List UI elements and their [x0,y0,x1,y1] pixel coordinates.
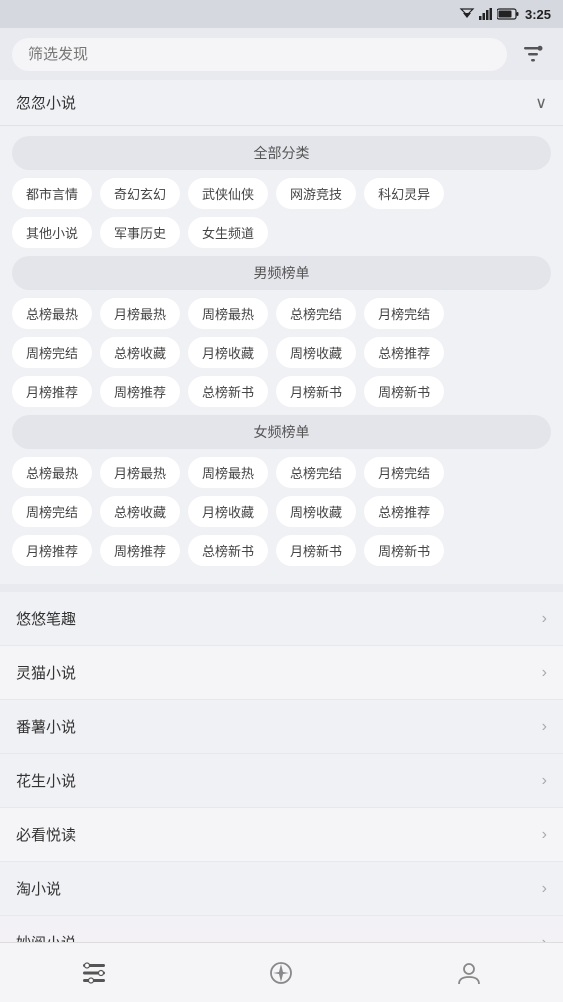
female-tags-row2: 周榜完结 总榜收藏 月榜收藏 周榜收藏 总榜推荐 [12,496,551,527]
item-label-miaoyue: 妙阅小说 [16,932,76,942]
discover-nav-icon [81,962,107,984]
arrow-icon: › [542,934,547,943]
battery-icon [497,8,519,20]
tag-f-month-finish[interactable]: 月榜完结 [364,457,444,488]
search-input[interactable] [28,46,491,63]
female-tags-row3: 月榜推荐 周榜推荐 总榜新书 月榜新书 周榜新书 [12,535,551,566]
tag-m-week-finish[interactable]: 周榜完结 [12,337,92,368]
filter-icon [521,42,545,66]
tag-f-week-collect[interactable]: 周榜收藏 [276,496,356,527]
tag-f-month-recommend[interactable]: 月榜推荐 [12,535,92,566]
tag-m-total-hot[interactable]: 总榜最热 [12,298,92,329]
item-label-youyoubiqu: 悠悠笔趣 [16,608,76,629]
mountain-overlay-items: 妙阅小说 › 有兔阅读 › [0,916,563,942]
male-tags-row2: 周榜完结 总榜收藏 月榜收藏 周榜收藏 总榜推荐 [12,337,551,368]
chevron-down-icon: ∨ [535,93,547,113]
arrow-icon: › [542,880,547,898]
genre-tags-row2: 其他小说 军事历史 女生频道 [12,217,551,248]
item-label-fanshu: 番薯小说 [16,716,76,737]
tag-f-week-recommend[interactable]: 周榜推荐 [100,535,180,566]
tag-f-week-new[interactable]: 周榜新书 [364,535,444,566]
tag-m-month-finish[interactable]: 月榜完结 [364,298,444,329]
tag-f-week-hot[interactable]: 周榜最热 [188,457,268,488]
list-item-bikanyuedu[interactable]: 必看悦读 › [0,808,563,862]
tag-f-month-new[interactable]: 月榜新书 [276,535,356,566]
tag-f-total-hot[interactable]: 总榜最热 [12,457,92,488]
list-item-taoxiaoshuo[interactable]: 淘小说 › [0,862,563,916]
tag-qitaxiaoshuo[interactable]: 其他小说 [12,217,92,248]
signal-icon [479,8,493,20]
all-categories-label[interactable]: 全部分类 [12,136,551,170]
tag-m-week-new[interactable]: 周榜新书 [364,376,444,407]
item-label-bikanyuedu: 必看悦读 [16,824,76,845]
section-huhuxiaoshuo[interactable]: 忽忽小说 ∨ [0,80,563,126]
tag-f-total-recommend[interactable]: 总榜推荐 [364,496,444,527]
status-bar: 3:25 [0,0,563,28]
arrow-icon: › [542,718,547,736]
male-tags-row3: 月榜推荐 周榜推荐 总榜新书 月榜新书 周榜新书 [12,376,551,407]
explore-nav-icon [268,960,294,986]
bottom-nav [0,942,563,1002]
item-label-taoxiaoshuo: 淘小说 [16,878,61,899]
tag-m-total-collect[interactable]: 总榜收藏 [100,337,180,368]
mountain-section: 花生小说 › 必看悦读 › 淘小说 › [0,754,563,942]
tag-dushiyaqing[interactable]: 都市言情 [12,178,92,209]
tag-kehualingshen[interactable]: 科幻灵异 [364,178,444,209]
item-label-lingmao: 灵猫小说 [16,662,76,683]
tag-f-week-finish[interactable]: 周榜完结 [12,496,92,527]
tag-m-month-hot[interactable]: 月榜最热 [100,298,180,329]
nav-item-discover[interactable] [61,954,127,992]
male-tags-row1: 总榜最热 月榜最热 周榜最热 总榜完结 月榜完结 [12,298,551,329]
divider1 [0,584,563,592]
nav-item-explore[interactable] [248,952,314,994]
section-title-huhuxiaoshuo: 忽忽小说 [16,92,76,113]
tag-wuxiaxianxia[interactable]: 武侠仙侠 [188,178,268,209]
tag-wangyoujingji[interactable]: 网游竞技 [276,178,356,209]
tag-f-month-collect[interactable]: 月榜收藏 [188,496,268,527]
tag-f-total-collect[interactable]: 总榜收藏 [100,496,180,527]
tag-f-month-hot[interactable]: 月榜最热 [100,457,180,488]
tag-f-total-finish[interactable]: 总榜完结 [276,457,356,488]
tag-m-week-recommend[interactable]: 周榜推荐 [100,376,180,407]
list-item-lingmao[interactable]: 灵猫小说 › [0,646,563,700]
nav-item-profile[interactable] [436,952,502,994]
wifi-icon [459,8,475,20]
female-tags-row1: 总榜最热 月榜最热 周榜最热 总榜完结 月榜完结 [12,457,551,488]
tag-m-week-collect[interactable]: 周榜收藏 [276,337,356,368]
arrow-icon: › [542,664,547,682]
status-icons [459,8,519,20]
arrow-icon: › [542,610,547,628]
arrow-icon: › [542,772,547,790]
female-group-label: 女频榜单 [12,415,551,449]
tag-m-month-new[interactable]: 月榜新书 [276,376,356,407]
tag-junshilishi[interactable]: 军事历史 [100,217,180,248]
tag-m-month-recommend[interactable]: 月榜推荐 [12,376,92,407]
tag-qihuanxuanhuan[interactable]: 奇幻玄幻 [100,178,180,209]
list-item-fanshu[interactable]: 番薯小说 › [0,700,563,754]
main-content: 忽忽小说 ∨ 全部分类 都市言情 奇幻玄幻 武侠仙侠 网游竞技 科幻灵异 其他小… [0,80,563,942]
time-display: 3:25 [525,7,551,22]
profile-nav-icon [456,960,482,986]
male-group-label: 男频榜单 [12,256,551,290]
list-item-youyoubiqu[interactable]: 悠悠笔趣 › [0,592,563,646]
tag-f-total-new[interactable]: 总榜新书 [188,535,268,566]
item-label-huasheng: 花生小说 [16,770,76,791]
search-bar [0,28,563,80]
tag-m-month-collect[interactable]: 月榜收藏 [188,337,268,368]
mountain-background: 妙阅小说 › 有兔阅读 › [0,916,563,942]
tag-m-week-hot[interactable]: 周榜最热 [188,298,268,329]
tag-m-total-recommend[interactable]: 总榜推荐 [364,337,444,368]
filter-button[interactable] [515,36,551,72]
tag-nvshengpindao[interactable]: 女生频道 [188,217,268,248]
list-item-huasheng[interactable]: 花生小说 › [0,754,563,808]
genre-tags-row1: 都市言情 奇幻玄幻 武侠仙侠 网游竞技 科幻灵异 [12,178,551,209]
list-item-miaoyue[interactable]: 妙阅小说 › [0,916,563,942]
arrow-icon: › [542,826,547,844]
tags-area: 全部分类 都市言情 奇幻玄幻 武侠仙侠 网游竞技 科幻灵异 其他小说 军事历史 … [0,126,563,584]
search-input-wrap[interactable] [12,38,507,71]
tag-m-total-new[interactable]: 总榜新书 [188,376,268,407]
tag-m-total-finish[interactable]: 总榜完结 [276,298,356,329]
